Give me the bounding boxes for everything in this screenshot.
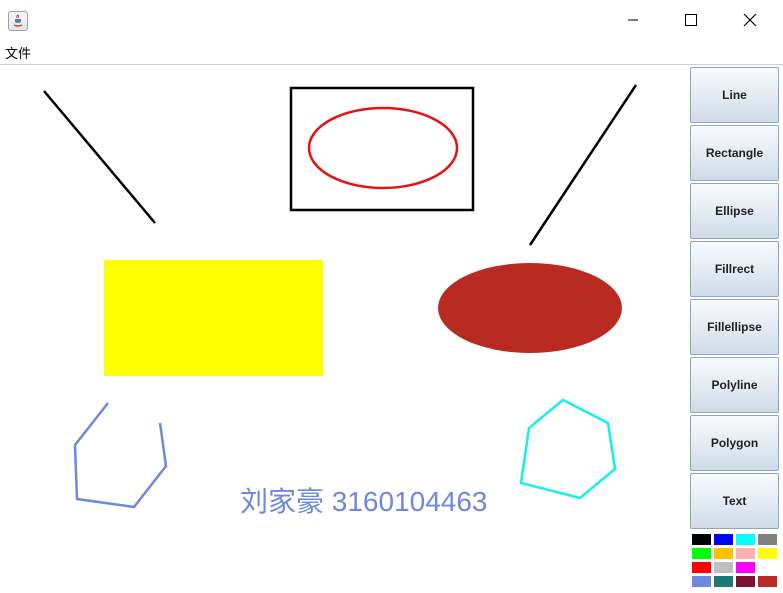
drawn-polygon (519, 398, 617, 500)
drawn-line-left (43, 90, 156, 224)
color-swatch[interactable] (713, 533, 734, 546)
menu-bar: 文件 (0, 40, 783, 65)
color-swatch[interactable] (691, 533, 712, 546)
minimize-button[interactable] (610, 4, 656, 36)
maximize-button[interactable] (668, 4, 714, 36)
fillellipse-tool-button[interactable]: Fillellipse (690, 299, 779, 355)
filled-ellipse (438, 263, 622, 353)
menu-file[interactable]: 文件 (5, 43, 31, 62)
polygon-tool-button[interactable]: Polygon (690, 415, 779, 471)
fillrect-tool-button[interactable]: Fillrect (690, 241, 779, 297)
color-swatch[interactable] (691, 547, 712, 560)
drawn-line-right (528, 84, 638, 246)
maximize-icon (685, 14, 697, 26)
color-swatch[interactable] (757, 533, 778, 546)
tool-panel: Line Rectangle Ellipse Fillrect Fillelli… (690, 67, 781, 533)
drawn-ellipse (307, 106, 459, 190)
color-swatch[interactable] (691, 561, 712, 574)
color-swatch[interactable] (735, 561, 756, 574)
line-tool-button[interactable]: Line (690, 67, 779, 123)
rectangle-tool-button[interactable]: Rectangle (690, 125, 779, 181)
text-tool-button[interactable]: Text (690, 473, 779, 529)
color-swatch[interactable] (735, 533, 756, 546)
color-swatch[interactable] (757, 561, 778, 574)
color-swatch[interactable] (757, 547, 778, 560)
color-swatch[interactable] (691, 575, 712, 588)
filled-rectangle (104, 260, 323, 376)
drawn-text: 刘家豪 3160104463 (240, 486, 488, 517)
drawn-rectangle (289, 86, 475, 212)
drawn-polyline (73, 402, 168, 509)
close-button[interactable] (727, 4, 773, 36)
color-swatch[interactable] (735, 575, 756, 588)
color-swatch[interactable] (713, 547, 734, 560)
color-palette (690, 532, 782, 590)
color-swatch[interactable] (713, 575, 734, 588)
title-bar (0, 0, 783, 40)
ellipse-tool-button[interactable]: Ellipse (690, 183, 779, 239)
drawing-canvas[interactable]: 刘家豪 3160104463 (0, 65, 690, 593)
color-swatch[interactable] (735, 547, 756, 560)
java-app-icon (8, 11, 28, 31)
polyline-tool-button[interactable]: Polyline (690, 357, 779, 413)
close-icon (743, 13, 757, 27)
color-swatch[interactable] (713, 561, 734, 574)
minimize-icon (628, 19, 638, 21)
color-swatch[interactable] (757, 575, 778, 588)
